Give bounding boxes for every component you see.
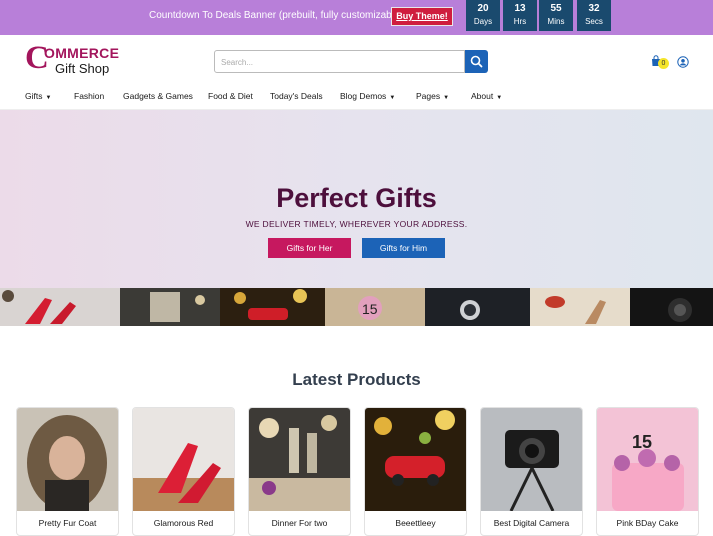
nav-item-label: About (471, 91, 494, 101)
nav-item-label: Pages (416, 91, 441, 101)
countdown-seconds: 32 Secs (577, 0, 611, 31)
nav-item-blog-demos[interactable]: Blog Demos ▼ (340, 91, 395, 101)
svg-text:15: 15 (632, 432, 652, 452)
product-name: Pretty Fur Coat (38, 518, 97, 528)
product-name: Pink BDay Cake (616, 518, 679, 528)
caret-down-icon: ▼ (443, 95, 450, 101)
product-card[interactable]: Pretty Fur Coat (16, 407, 119, 536)
product-name: Beeettleey (395, 518, 436, 528)
nav-item-label: Gifts (25, 91, 43, 101)
product-card[interactable]: 15 Pink BDay Cake (596, 407, 699, 536)
banner-message: Countdown To Deals Banner (prebuilt, ful… (149, 10, 403, 21)
category-collage-image: 15 (0, 288, 713, 326)
product-name: Dinner For two (271, 518, 328, 528)
product-card[interactable]: Best Digital Camera (480, 407, 583, 536)
nav-item-food-diet[interactable]: Food & Diet (208, 91, 253, 101)
search-button[interactable] (465, 50, 488, 73)
latest-products-heading: Latest Products (292, 370, 421, 389)
countdown-days: 20 Days (466, 0, 500, 31)
logo-commerce-text: OMMERCE (44, 45, 120, 61)
countdown-hours: 13 Hrs (503, 0, 537, 31)
caret-down-icon: ▼ (496, 95, 503, 101)
product-card[interactable]: Dinner For two (248, 407, 351, 536)
caret-down-icon: ▼ (389, 95, 396, 101)
red-toy-car-image (365, 408, 466, 511)
countdown-value: 32 (588, 3, 600, 14)
nav-item-todays-deals[interactable]: Today's Deals (270, 91, 323, 101)
countdown-unit: Mins (547, 17, 565, 26)
digital-camera-image (481, 408, 582, 511)
countdown-unit: Hrs (513, 17, 527, 26)
hero-banner: Perfect Gifts WE DELIVER TIMELY, WHEREVE… (0, 110, 713, 288)
countdown-value: 20 (477, 3, 489, 14)
search-input[interactable]: Search... (214, 50, 465, 73)
nav-item-fashion[interactable]: Fashion (74, 91, 104, 101)
nav-item-label: Fashion (74, 91, 105, 101)
product-card[interactable]: Glamorous Red (132, 407, 235, 536)
countdown-unit: Days (473, 17, 493, 26)
svg-text:15: 15 (362, 301, 378, 317)
product-card[interactable]: Beeettleey (364, 407, 467, 536)
caret-down-icon: ▼ (45, 95, 52, 101)
birthday-cake-image: 15 (597, 408, 698, 511)
nav-item-label: Food & Diet (208, 91, 253, 101)
nav-item-label: Gadgets & Games (123, 91, 193, 101)
main-navigation: Gifts ▼ Fashion Gadgets & Games Food & Di… (0, 91, 713, 109)
product-name: Glamorous Red (153, 518, 214, 528)
nav-item-label: Today's Deals (270, 91, 323, 101)
nav-item-pages[interactable]: Pages ▼ (416, 91, 449, 101)
countdown-value: 55 (550, 3, 562, 14)
cart-count-badge: 0 (658, 58, 669, 69)
nav-item-gifts[interactable]: Gifts ▼ (25, 91, 51, 101)
countdown-banner: Countdown To Deals Banner (prebuilt, ful… (0, 0, 713, 35)
site-header: C OMMERCE Gift Shop Search... 0 Gifts ▼ F… (0, 35, 713, 110)
search-icon (470, 55, 483, 68)
site-logo[interactable]: C OMMERCE Gift Shop (25, 42, 120, 78)
product-name: Best Digital Camera (493, 518, 570, 528)
cart-button[interactable]: 0 (650, 55, 670, 71)
nav-item-label: Blog Demos (340, 91, 387, 101)
dinner-for-two-image (249, 408, 350, 511)
hero-subtitle: WE DELIVER TIMELY, WHEREVER YOUR ADDRESS… (245, 219, 468, 229)
hero-title: Perfect Gifts (276, 183, 437, 213)
category-image-strip: 15 (0, 288, 713, 326)
nav-item-about[interactable]: About ▼ (471, 91, 502, 101)
account-button[interactable] (677, 55, 689, 68)
countdown-value: 13 (514, 3, 526, 14)
fur-coat-image (17, 408, 118, 511)
logo-gift-shop-text: Gift Shop (55, 61, 110, 76)
nav-item-gadgets-games[interactable]: Gadgets & Games (123, 91, 193, 101)
red-heels-image (133, 408, 234, 511)
user-icon (677, 56, 689, 68)
buy-theme-button[interactable]: Buy Theme! (391, 7, 453, 26)
gifts-for-him-button[interactable]: Gifts for Him (362, 238, 445, 258)
gifts-for-her-button[interactable]: Gifts for Her (268, 238, 351, 258)
countdown-minutes: 55 Mins (539, 0, 573, 31)
countdown-unit: Secs (585, 17, 603, 26)
